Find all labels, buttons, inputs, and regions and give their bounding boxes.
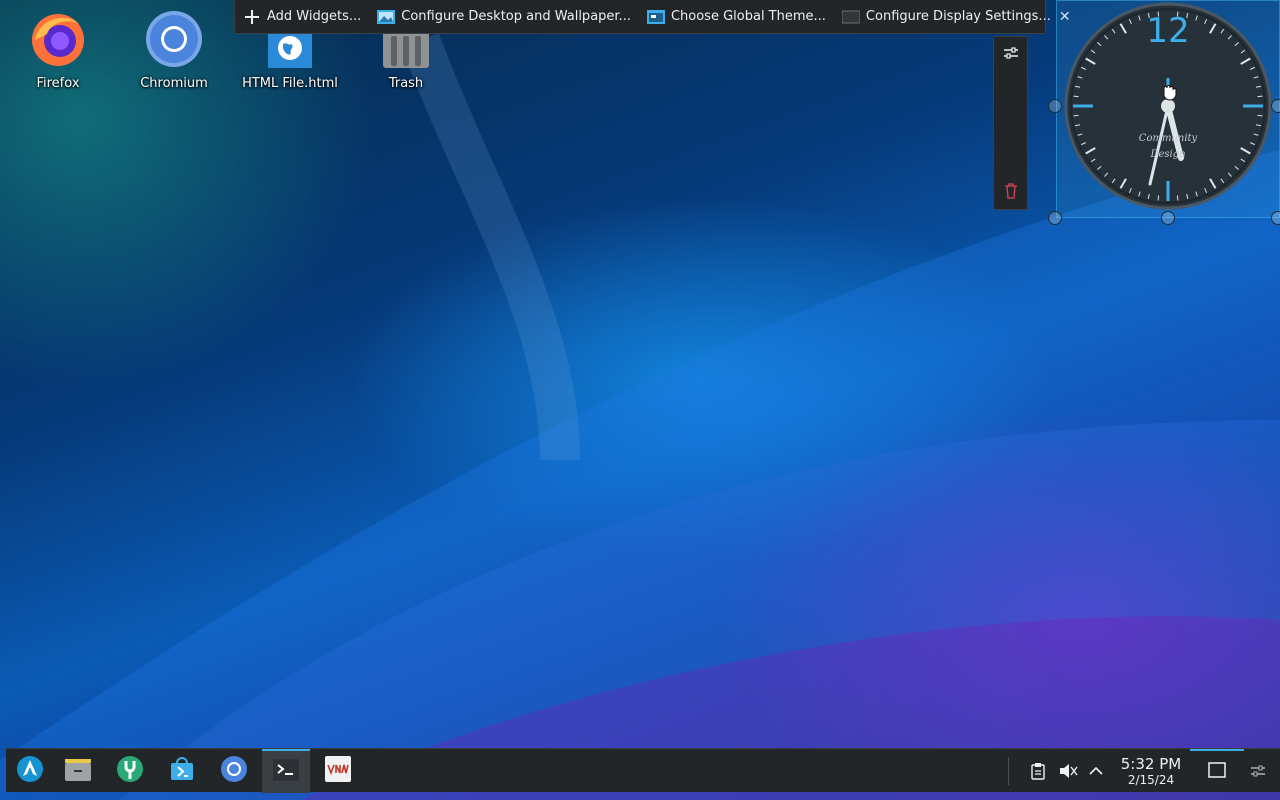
terminal-taskbar-button[interactable] (262, 749, 310, 793)
panel-separator (1008, 757, 1009, 785)
widget-delete-icon[interactable] (1004, 183, 1018, 199)
chromium-icon (145, 10, 203, 68)
analog-clock-widget[interactable]: 12 Community Design (1048, 0, 1280, 225)
firefox-icon (29, 10, 87, 68)
discover-button[interactable] (160, 749, 204, 793)
file-manager-button[interactable] (56, 749, 100, 793)
clock-tick (1257, 114, 1263, 117)
chromium-icon (220, 755, 248, 787)
file-manager-icon (63, 755, 93, 787)
terminal-icon (272, 758, 300, 786)
resize-handle[interactable] (1161, 211, 1175, 225)
desktop-icon-label: Trash (388, 76, 424, 91)
desktop-icon-label: Chromium (140, 76, 208, 91)
drag-hand-icon[interactable] (1160, 83, 1178, 101)
launcher-icon (16, 755, 44, 787)
vnc-icon (324, 755, 352, 787)
add-widgets-button[interactable]: Add Widgets... (235, 0, 369, 33)
theme-icon (646, 9, 665, 25)
resize-handle[interactable] (1271, 99, 1280, 113)
clipboard-icon[interactable] (1028, 761, 1048, 781)
display-settings-label: Configure Display Settings... (865, 9, 1051, 24)
clock-tick (1073, 95, 1079, 98)
add-widgets-label: Add Widgets... (267, 9, 362, 24)
show-desktop-icon (1208, 762, 1226, 782)
clock-tick (1157, 195, 1160, 201)
system-settings-icon (116, 755, 144, 787)
chevron-up-icon[interactable] (1086, 761, 1106, 781)
volume-muted-icon[interactable] (1058, 761, 1078, 781)
clock-brand-line2: Design (1150, 149, 1186, 160)
clock-brand-line1: Community (1138, 133, 1198, 144)
clock-tick (1073, 114, 1079, 117)
chromium-taskbar-button[interactable] (212, 749, 256, 793)
global-theme-label: Choose Global Theme... (670, 9, 826, 24)
show-desktop-button[interactable] (1190, 749, 1244, 793)
desktop-icon-firefox[interactable]: Firefox (0, 10, 116, 100)
resize-handle[interactable] (1048, 99, 1062, 113)
clock-tick (1176, 195, 1179, 201)
vnc-taskbar-button[interactable] (316, 749, 360, 793)
global-theme-button[interactable]: Choose Global Theme... (639, 0, 834, 33)
taskbar-panel: 5:32 PM 2/15/24 (6, 748, 1280, 793)
taskbar-clock-time[interactable]: 5:32 PM (1118, 755, 1184, 773)
desktop-icon-chromium[interactable]: Chromium (116, 10, 232, 100)
configure-desktop-button[interactable]: Configure Desktop and Wallpaper... (369, 0, 639, 33)
clock-twelve-label: 12 (1146, 11, 1190, 51)
widget-handle-panel (993, 36, 1028, 210)
configure-desktop-label: Configure Desktop and Wallpaper... (401, 9, 631, 24)
panel-settings-icon[interactable] (1248, 761, 1268, 781)
discover-store-icon (168, 755, 196, 787)
display-settings-button[interactable]: Configure Display Settings... (834, 0, 1059, 33)
desktop-icon-label: Firefox (36, 76, 80, 91)
desktop-edit-toolbar: Add Widgets... Configure Desktop and Wal… (234, 0, 1071, 34)
display-icon (841, 9, 860, 25)
taskbar-clock-date[interactable]: 2/15/24 (1118, 773, 1184, 787)
desktop-icon-label: HTML File.html (242, 76, 338, 91)
resize-handle[interactable] (1271, 211, 1280, 225)
system-settings-button[interactable] (108, 749, 152, 793)
plus-icon (243, 9, 261, 25)
app-launcher-button[interactable] (8, 749, 52, 793)
widget-settings-icon[interactable] (1002, 45, 1020, 61)
clock-tick (1257, 95, 1263, 98)
wallpaper-icon (377, 9, 396, 25)
resize-handle[interactable] (1048, 211, 1062, 225)
